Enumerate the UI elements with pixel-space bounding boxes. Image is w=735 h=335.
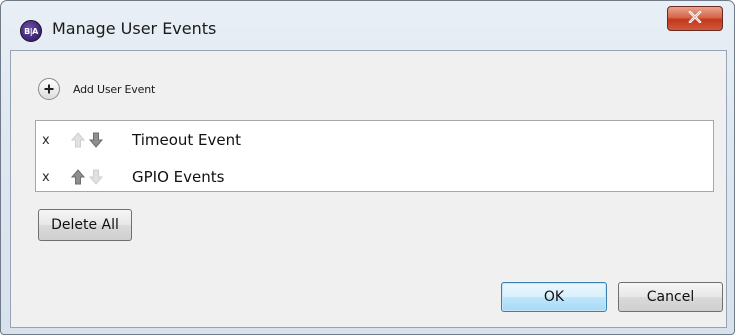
move-down-arrow-icon[interactable] — [89, 132, 103, 148]
cancel-button[interactable]: Cancel — [618, 282, 723, 312]
move-up-arrow-icon[interactable] — [71, 132, 85, 148]
window-title: Manage User Events — [52, 19, 217, 38]
remove-event-button[interactable]: x — [42, 170, 50, 185]
list-item[interactable]: x Timeout Event — [36, 126, 713, 154]
delete-all-button[interactable]: Delete All — [38, 209, 132, 241]
close-button[interactable] — [667, 6, 723, 31]
move-up-arrow-icon[interactable] — [71, 169, 85, 185]
dialog-content: Add User Event x Timeout Event x GPIO Ev… — [10, 50, 727, 328]
event-name: GPIO Events — [132, 168, 225, 186]
event-name: Timeout Event — [132, 131, 242, 149]
move-down-arrow-icon[interactable] — [89, 169, 103, 185]
plus-circle-icon[interactable] — [38, 78, 60, 100]
title-bar[interactable]: B|A Manage User Events — [1, 1, 734, 49]
ok-button[interactable]: OK — [501, 282, 607, 312]
dialog-window: B|A Manage User Events Add User Event x — [0, 0, 735, 335]
user-events-list[interactable]: x Timeout Event x GPIO Events — [35, 120, 714, 192]
list-item[interactable]: x GPIO Events — [36, 163, 713, 191]
add-user-event-label[interactable]: Add User Event — [73, 83, 155, 96]
close-icon — [688, 10, 702, 27]
app-icon: B|A — [20, 20, 42, 42]
remove-event-button[interactable]: x — [42, 133, 50, 148]
add-user-event-button[interactable]: Add User Event — [38, 78, 155, 100]
